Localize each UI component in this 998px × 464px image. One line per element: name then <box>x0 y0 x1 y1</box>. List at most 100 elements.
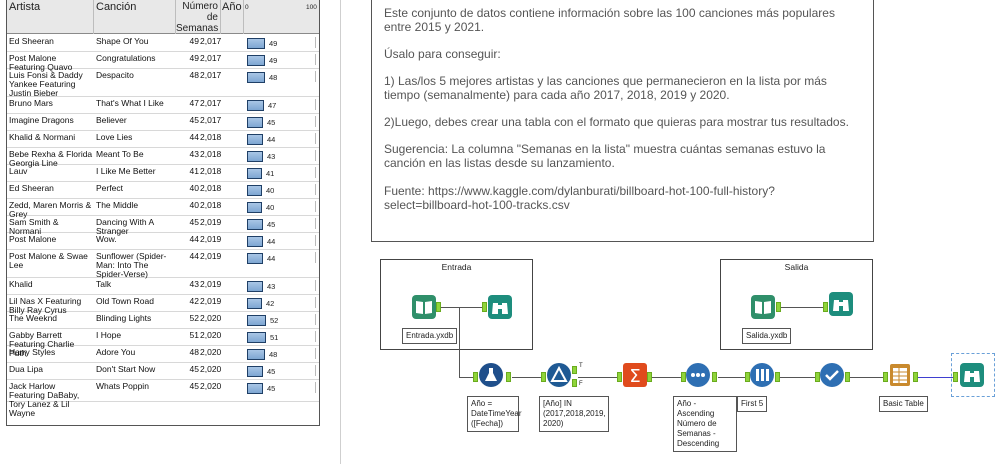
book-icon <box>751 295 775 319</box>
cell-song: Old Town Road <box>96 296 154 306</box>
output-anchor[interactable] <box>776 302 781 312</box>
table-row[interactable]: Luis Fonsi & Daddy Yankee Featuring Just… <box>7 69 319 98</box>
output-anchor[interactable] <box>647 372 652 382</box>
bar-value-label: 44 <box>267 135 276 144</box>
table-row[interactable]: Ed Sheeran Shape Of You 49 2,017 49 <box>7 35 319 52</box>
cell-year: 2,017 <box>200 53 222 63</box>
bar-value-label: 45 <box>267 367 276 376</box>
wire <box>918 377 954 378</box>
pane-divider[interactable] <box>340 0 341 464</box>
cell-weeks: 45 <box>189 217 199 227</box>
table-row[interactable]: Bruno Mars That's What I Like 47 2,017 47 <box>7 97 319 114</box>
header-year[interactable]: Año <box>222 1 242 35</box>
output-anchor[interactable] <box>775 372 780 382</box>
cell-song: I Hope <box>96 330 122 340</box>
axis-max-tick <box>315 252 316 263</box>
table-row[interactable]: Khalid & Normani Love Lies 44 2,018 44 <box>7 131 319 148</box>
output-anchor[interactable] <box>913 372 918 382</box>
table-row[interactable]: Khalid Talk 43 2,019 43 <box>7 278 319 295</box>
weeks-bar <box>247 253 263 264</box>
input-anchor[interactable] <box>541 372 546 382</box>
table-row[interactable]: Post Malone Featuring Quavo Congratulatio… <box>7 52 319 72</box>
table-row[interactable]: Dua Lipa Don't Start Now 45 2,020 45 <box>7 363 319 380</box>
cell-artist: Luis Fonsi & Daddy Yankee Featuring Just… <box>9 70 83 98</box>
table-row[interactable]: Bebe Rexha & Florida Georgia Line Meant T… <box>7 148 319 168</box>
cell-artist: Lauv <box>9 166 28 176</box>
cell-weeks: 43 <box>189 279 199 289</box>
table-row[interactable]: Lauv I Like Me Better 41 2,018 41 <box>7 165 319 182</box>
input-anchor[interactable] <box>617 372 622 382</box>
browse-tool-salida[interactable] <box>829 292 853 316</box>
output-anchor[interactable] <box>845 372 850 382</box>
basic-table-tool[interactable] <box>888 363 912 387</box>
cell-weeks: 45 <box>189 115 199 125</box>
axis-max-tick <box>315 280 316 291</box>
input-anchor[interactable] <box>953 372 958 382</box>
formula-tool[interactable] <box>479 363 503 387</box>
sort-tool[interactable] <box>686 363 710 387</box>
cell-weeks: 52 <box>189 313 199 323</box>
cell-year: 2,017 <box>200 98 222 108</box>
weeks-bar <box>247 383 263 394</box>
wire <box>850 377 884 378</box>
table-row[interactable]: Harry Styles Adore You 48 2,020 48 <box>7 346 319 363</box>
browse-tool[interactable] <box>488 295 512 319</box>
weeks-bar <box>247 134 263 145</box>
wire <box>459 377 474 378</box>
browse-tool-final[interactable] <box>960 363 984 387</box>
cell-song: Love Lies <box>96 132 133 142</box>
table-row[interactable]: Zedd, Maren Morris & Grey The Middle 40 2,0… <box>7 199 319 219</box>
input-anchor[interactable] <box>473 372 478 382</box>
comment-paragraph-1: Este conjunto de datos contiene informac… <box>384 6 835 34</box>
cell-song: Despacito <box>96 70 134 80</box>
book-icon <box>412 295 436 319</box>
table-row[interactable]: The Weeknd Blinding Lights 52 2,020 52 <box>7 312 319 329</box>
table-row[interactable]: Post Malone & Swae Lee Sunflower (Spider-… <box>7 250 319 279</box>
header-song[interactable]: Canción <box>96 1 136 35</box>
cell-year: 2,019 <box>200 251 222 261</box>
filter-tool[interactable] <box>547 363 571 387</box>
output-tool-label: Salida.yxdb <box>742 328 792 344</box>
bar-value-label: 40 <box>266 186 275 195</box>
cell-song: The Middle <box>96 200 139 210</box>
weeks-bar <box>247 185 262 196</box>
dots-icon <box>686 363 710 387</box>
input-tool[interactable] <box>412 295 436 319</box>
cell-artist: Imagine Dragons <box>9 115 74 125</box>
cell-artist: Bruno Mars <box>9 98 53 108</box>
header-artist[interactable]: Artista <box>9 1 40 35</box>
axis-max-tick <box>315 235 316 246</box>
header-weeks[interactable]: Número de Semanas <box>176 1 218 35</box>
table-row[interactable]: Imagine Dragons Believer 45 2,017 45 <box>7 114 319 131</box>
cell-artist: Khalid & Normani <box>9 132 76 142</box>
input-anchor[interactable] <box>823 302 828 312</box>
input-tool-salida[interactable] <box>751 295 775 319</box>
cell-year: 2,017 <box>200 70 222 80</box>
output-anchor[interactable] <box>712 372 717 382</box>
table-header: Artista Canción Número de Semanas Año 0 … <box>7 0 319 34</box>
bar-value-label: 43 <box>267 152 276 161</box>
table-row[interactable]: Lil Nas X Featuring Billy Ray Cyrus Old T… <box>7 295 319 315</box>
sample-tool[interactable] <box>750 363 774 387</box>
cell-weeks: 40 <box>189 183 199 193</box>
wire <box>459 307 460 377</box>
axis-max-tick <box>315 150 316 161</box>
filter-tool-label: [Año] IN (2017,2018,2019, 2020) <box>539 396 609 432</box>
cell-artist: Jack Harlow Featuring DaBaby, Tory Lanez… <box>9 381 80 418</box>
unique-tool[interactable] <box>820 363 844 387</box>
input-anchor[interactable] <box>482 302 487 312</box>
cell-weeks: 44 <box>189 234 199 244</box>
table-row[interactable]: Sam Smith & Normani Dancing With A Strang… <box>7 216 319 236</box>
filter-false-anchor[interactable] <box>572 379 577 387</box>
summarize-tool[interactable]: Σ <box>623 363 647 387</box>
table-row[interactable]: Post Malone Wow. 44 2,019 44 <box>7 233 319 250</box>
output-anchor[interactable] <box>436 302 441 312</box>
table-row[interactable]: Jack Harlow Featuring DaBaby, Tory Lanez… <box>7 380 319 418</box>
cell-year: 2,017 <box>200 115 222 125</box>
output-anchor[interactable] <box>506 372 511 382</box>
cell-song: That's What I Like <box>96 98 164 108</box>
filter-true-anchor[interactable] <box>572 366 577 374</box>
table-row[interactable]: Gabby Barrett Featuring Charlie Puth I Ho… <box>7 329 319 358</box>
comment-box[interactable]: Este conjunto de datos contiene informac… <box>371 0 874 242</box>
table-row[interactable]: Ed Sheeran Perfect 40 2,018 40 <box>7 182 319 199</box>
